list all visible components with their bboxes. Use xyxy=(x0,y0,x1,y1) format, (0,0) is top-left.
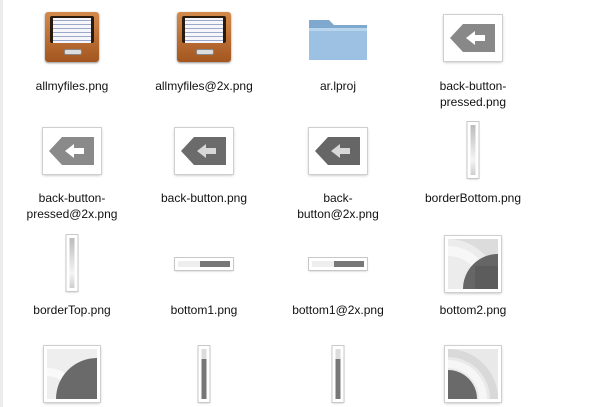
vertical-bar-icon xyxy=(467,122,479,178)
file-name: ar.lproj xyxy=(319,79,357,93)
corner-thumbnail-icon xyxy=(445,346,501,402)
corner-thumbnail-icon xyxy=(445,236,501,292)
back-arrow-icon xyxy=(43,128,101,174)
file-item[interactable]: back- button@2x.png xyxy=(278,120,398,230)
file-name-line2: pressed@2x.png xyxy=(26,207,118,221)
file-item[interactable] xyxy=(12,342,132,407)
horizontal-bar-icon xyxy=(175,258,233,270)
file-item[interactable]: back-button- pressed@2x.png xyxy=(12,120,132,230)
back-arrow-icon xyxy=(309,128,367,174)
file-item[interactable]: allmyfiles@2x.png xyxy=(144,0,264,100)
file-name-line2: button@2x.png xyxy=(297,207,379,221)
file-item[interactable]: back-button.png xyxy=(144,120,264,220)
vertical-bar-icon xyxy=(198,346,210,402)
file-name: bottom1.png xyxy=(170,303,238,317)
file-name: bottom2.png xyxy=(439,303,507,317)
file-item[interactable]: borderBottom.png xyxy=(413,120,533,220)
back-arrow-icon xyxy=(175,128,233,174)
file-item[interactable]: back-button- pressed.png xyxy=(413,0,533,110)
vertical-bar-icon xyxy=(66,235,78,291)
back-arrow-icon xyxy=(444,15,502,61)
file-name: allmyfiles.png xyxy=(35,79,109,93)
file-item[interactable]: bottom2.png xyxy=(413,232,533,332)
file-item[interactable]: ar.lproj xyxy=(278,0,398,100)
file-name: borderTop.png xyxy=(33,303,111,317)
file-item[interactable]: borderTop.png xyxy=(12,232,132,332)
file-name: back-button.png xyxy=(160,191,248,205)
drawer-icon xyxy=(177,12,231,62)
file-name-line1: back-button- xyxy=(439,79,507,93)
file-item[interactable]: allmyfiles.png xyxy=(12,0,132,100)
window-left-border xyxy=(0,0,3,407)
file-name-line1: back-button- xyxy=(38,191,106,205)
file-item[interactable] xyxy=(413,342,533,407)
file-item[interactable]: bottom1.png xyxy=(144,232,264,332)
corner-thumbnail-icon xyxy=(44,346,100,402)
file-name: allmyfiles@2x.png xyxy=(155,79,253,93)
file-name-line2: pressed.png xyxy=(439,95,507,109)
file-name-line1: back- xyxy=(323,191,353,205)
file-item[interactable] xyxy=(144,342,264,407)
horizontal-bar-icon xyxy=(309,258,367,270)
vertical-bar-icon xyxy=(332,346,344,402)
file-item[interactable]: bottom1@2x.png xyxy=(278,232,398,332)
file-name: bottom1@2x.png xyxy=(292,303,384,317)
file-name: borderBottom.png xyxy=(424,191,522,205)
folder-icon xyxy=(309,20,367,60)
file-item[interactable] xyxy=(278,342,398,407)
drawer-icon xyxy=(45,12,99,62)
